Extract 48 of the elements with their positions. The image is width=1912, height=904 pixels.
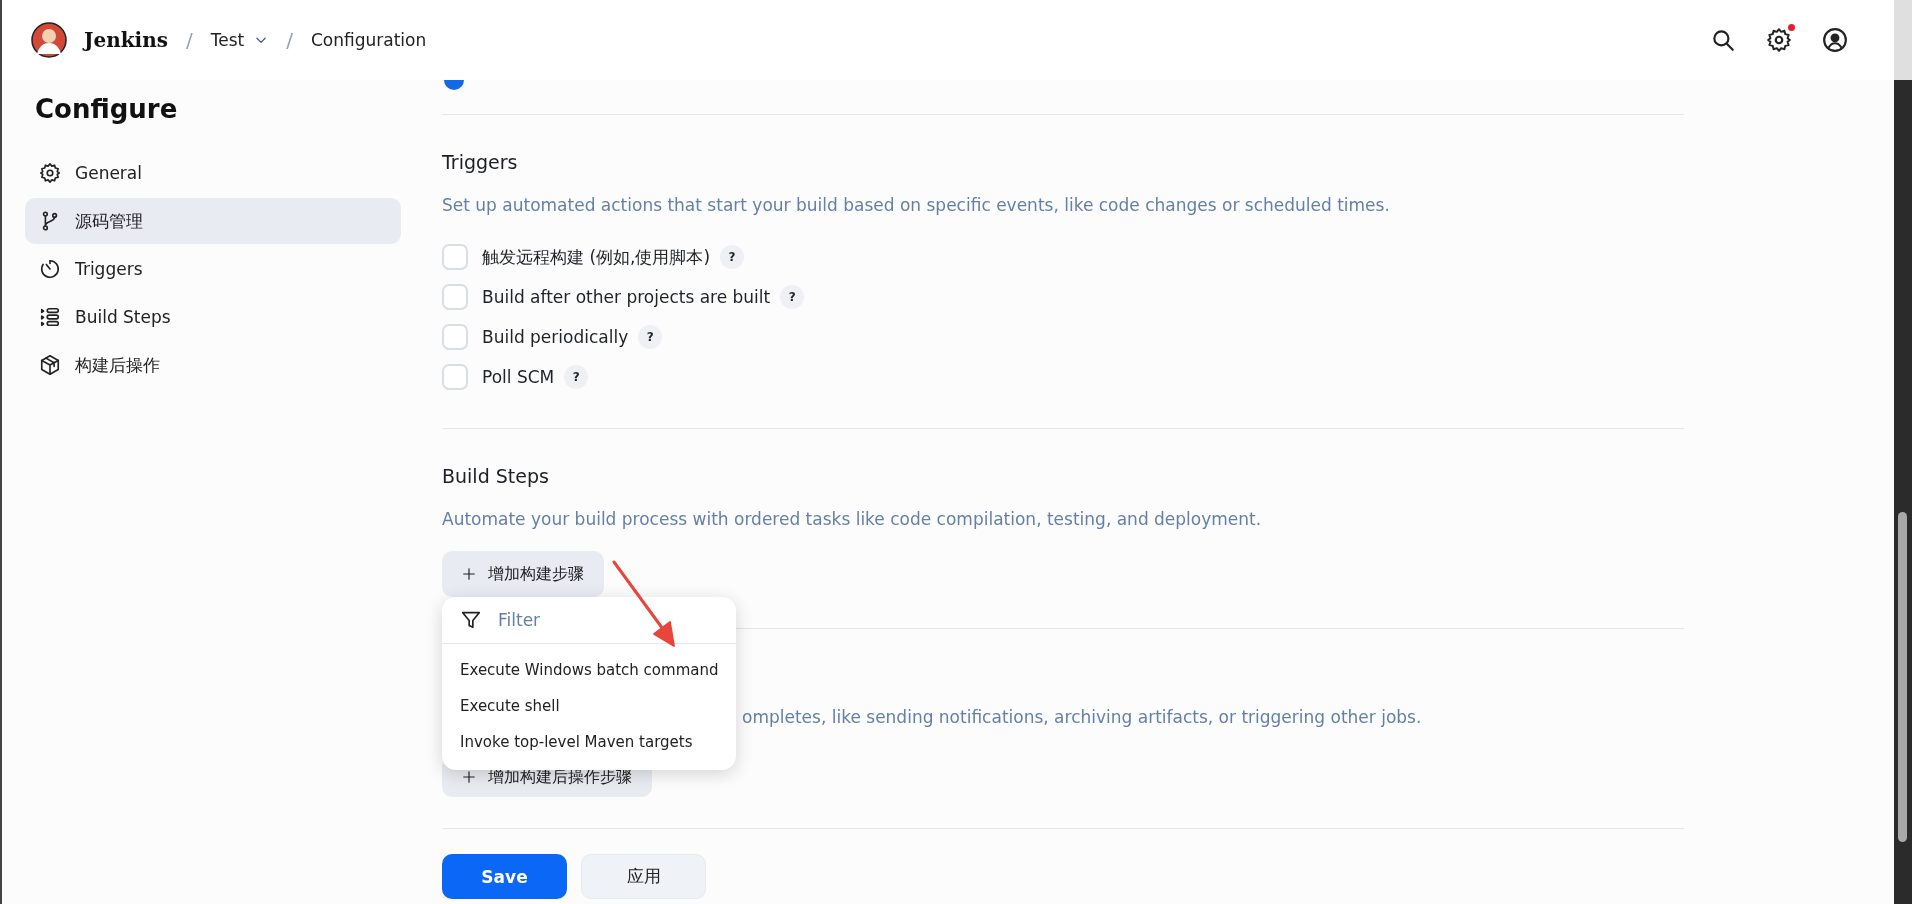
plus-icon (462, 770, 476, 784)
help-button[interactable]: ? (720, 245, 745, 269)
checkbox-label[interactable]: Build periodically (482, 327, 629, 347)
breadcrumb-separator: / (286, 28, 293, 52)
breadcrumb-link[interactable]: Configuration (310, 30, 427, 50)
radio-button[interactable] (444, 80, 464, 90)
section-description: Automate your build process with ordered tasks like code compilation, testing, and deployment. (442, 509, 1263, 529)
apply-button[interactable]: 应用 (581, 854, 706, 899)
list-icon (39, 306, 61, 328)
filter-field[interactable]: Filter (496, 609, 700, 631)
logo-icon[interactable] (30, 19, 68, 61)
menu-item[interactable]: Invoke top-level Maven targets (442, 724, 737, 760)
checkbox-label[interactable]: 触发远程构建 (例如,使用脚本) (482, 245, 711, 269)
section-title: Build Steps (442, 465, 550, 487)
sidebar-item[interactable]: Triggers (25, 246, 401, 292)
section-description: ompletes, like sending notifications, archiving artifacts, or triggering other jobs. (742, 707, 1423, 727)
sidebar-item[interactable]: General (25, 150, 401, 196)
checkbox-label[interactable]: Poll SCM (482, 367, 555, 387)
help-button[interactable]: ? (780, 285, 805, 309)
sidebar-item[interactable]: 源码管理 (25, 198, 401, 244)
page-title: Configure (35, 94, 179, 124)
checkbox[interactable] (442, 364, 468, 390)
help-button[interactable]: ? (638, 325, 663, 349)
search-icon[interactable] (1710, 27, 1736, 53)
checkbox[interactable] (442, 284, 468, 310)
filter-icon (460, 609, 482, 631)
timer-icon (39, 258, 61, 280)
user-icon[interactable] (1822, 27, 1848, 53)
menu-item[interactable]: Execute Windows batch command (442, 652, 737, 688)
help-button[interactable]: ? (564, 365, 589, 389)
breadcrumb-link[interactable]: Test (210, 30, 245, 50)
section-title: Triggers (442, 151, 519, 173)
checkbox-label[interactable]: Build after other projects are built (482, 287, 771, 307)
menu-item[interactable]: Execute shell (442, 688, 737, 724)
checkbox[interactable] (442, 244, 468, 270)
checkbox[interactable] (442, 324, 468, 350)
gear-icon (39, 162, 61, 184)
save-button[interactable]: Save (442, 854, 567, 899)
sidebar-item[interactable]: Build Steps (25, 294, 401, 340)
section-description: Set up automated actions that start your build based on specific events, like code changes or scheduled times. (442, 195, 1391, 215)
add-step-button[interactable]: 增加构建步骤 (442, 551, 604, 597)
settings-icon[interactable] (1766, 27, 1792, 53)
breadcrumb-separator: / (186, 28, 193, 52)
package-icon (39, 354, 61, 376)
app-name[interactable]: Jenkins (84, 28, 168, 52)
sidebar-item[interactable]: 构建后操作 (25, 342, 401, 388)
plus-icon (462, 567, 476, 581)
scrollbar-thumb[interactable] (1898, 512, 1907, 842)
